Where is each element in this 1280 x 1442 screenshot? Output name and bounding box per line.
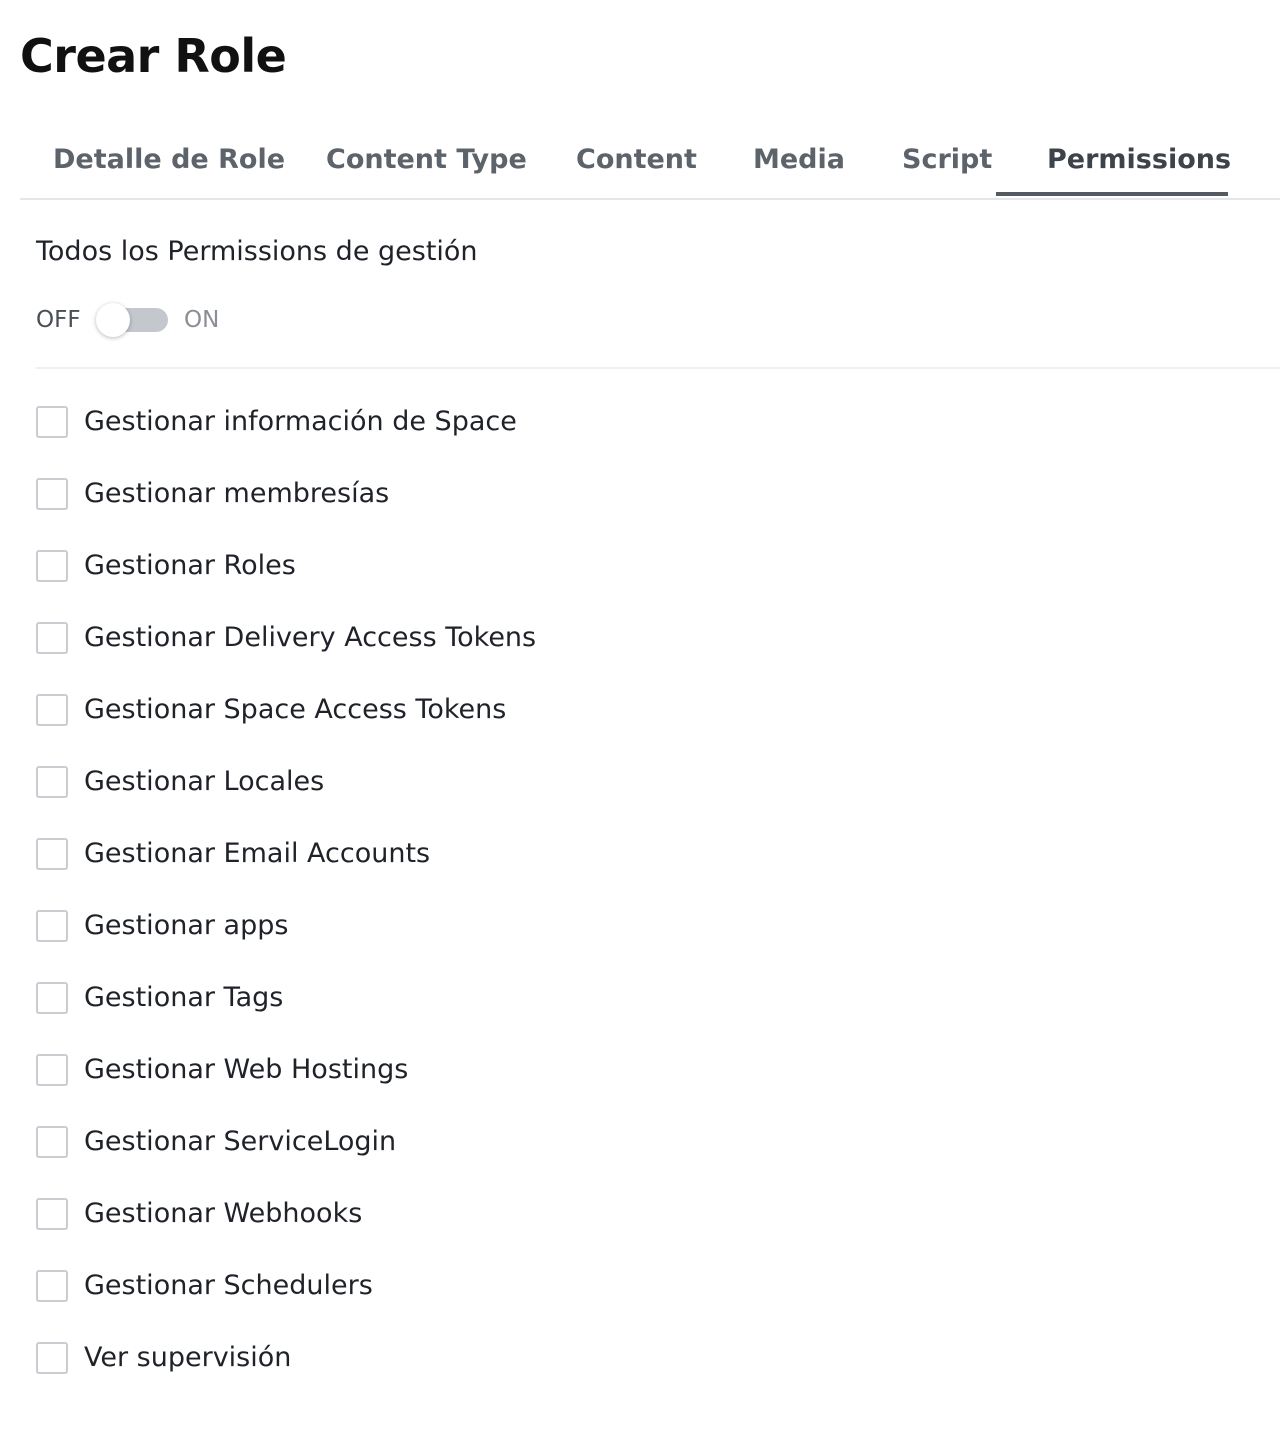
permission-list: Gestionar información de Space Gestionar… — [36, 386, 1256, 1394]
tab-script[interactable]: Script — [902, 120, 992, 198]
permission-label: Gestionar ServiceLogin — [84, 1126, 397, 1157]
checkbox[interactable] — [36, 1342, 68, 1374]
permission-item[interactable]: Gestionar Webhooks — [36, 1178, 1256, 1250]
checkbox[interactable] — [36, 838, 68, 870]
tab-media[interactable]: Media — [753, 120, 845, 198]
checkbox[interactable] — [36, 1126, 68, 1158]
permission-item[interactable]: Gestionar Delivery Access Tokens — [36, 602, 1256, 674]
tab-permissions[interactable]: Permissions — [1047, 120, 1231, 198]
permission-item[interactable]: Gestionar ServiceLogin — [36, 1106, 1256, 1178]
permission-item[interactable]: Gestionar información de Space — [36, 386, 1256, 458]
permission-item[interactable]: Gestionar Roles — [36, 530, 1256, 602]
checkbox[interactable] — [36, 982, 68, 1014]
permission-item[interactable]: Ver supervisión — [36, 1322, 1256, 1394]
permission-label: Gestionar Web Hostings — [84, 1054, 409, 1085]
toggle-off-label: OFF — [36, 307, 81, 333]
permission-item[interactable]: Gestionar Email Accounts — [36, 818, 1256, 890]
permission-label: Gestionar Tags — [84, 982, 284, 1013]
permission-label: Gestionar información de Space — [84, 406, 517, 437]
checkbox[interactable] — [36, 1054, 68, 1086]
checkbox[interactable] — [36, 910, 68, 942]
switch-knob[interactable] — [96, 303, 130, 337]
permission-label: Gestionar apps — [84, 910, 289, 941]
permission-label: Gestionar Space Access Tokens — [84, 694, 507, 725]
all-permissions-toggle-row: OFF ON — [36, 300, 296, 340]
toggle-on-label: ON — [184, 307, 220, 333]
checkbox[interactable] — [36, 478, 68, 510]
permission-label: Gestionar Schedulers — [84, 1270, 373, 1301]
tab-content[interactable]: Content — [576, 120, 697, 198]
tab-detalle-de-role[interactable]: Detalle de Role — [53, 120, 285, 198]
checkbox[interactable] — [36, 766, 68, 798]
page-title: Crear Role — [20, 29, 287, 83]
checkbox[interactable] — [36, 1270, 68, 1302]
tab-content-type[interactable]: Content Type — [326, 120, 527, 198]
all-permissions-switch[interactable] — [96, 303, 168, 337]
permission-label: Gestionar membresías — [84, 478, 390, 509]
active-tab-indicator — [996, 192, 1228, 196]
checkbox[interactable] — [36, 694, 68, 726]
section-heading: Todos los Permissions de gestión — [36, 236, 478, 267]
permission-item[interactable]: Gestionar membresías — [36, 458, 1256, 530]
tab-bar: Detalle de Role Content Type Content Med… — [20, 120, 1280, 200]
permission-item[interactable]: Gestionar Web Hostings — [36, 1034, 1256, 1106]
permission-label: Gestionar Webhooks — [84, 1198, 363, 1229]
permission-item[interactable]: Gestionar Schedulers — [36, 1250, 1256, 1322]
checkbox[interactable] — [36, 406, 68, 438]
permission-label: Ver supervisión — [84, 1342, 292, 1373]
permission-label: Gestionar Roles — [84, 550, 296, 581]
permission-item[interactable]: Gestionar Locales — [36, 746, 1256, 818]
checkbox[interactable] — [36, 550, 68, 582]
permission-label: Gestionar Delivery Access Tokens — [84, 622, 537, 653]
permission-item[interactable]: Gestionar Tags — [36, 962, 1256, 1034]
permission-label: Gestionar Email Accounts — [84, 838, 431, 869]
checkbox[interactable] — [36, 622, 68, 654]
permission-label: Gestionar Locales — [84, 766, 325, 797]
checkbox[interactable] — [36, 1198, 68, 1230]
permission-item[interactable]: Gestionar apps — [36, 890, 1256, 962]
divider — [36, 367, 1280, 369]
permission-item[interactable]: Gestionar Space Access Tokens — [36, 674, 1256, 746]
